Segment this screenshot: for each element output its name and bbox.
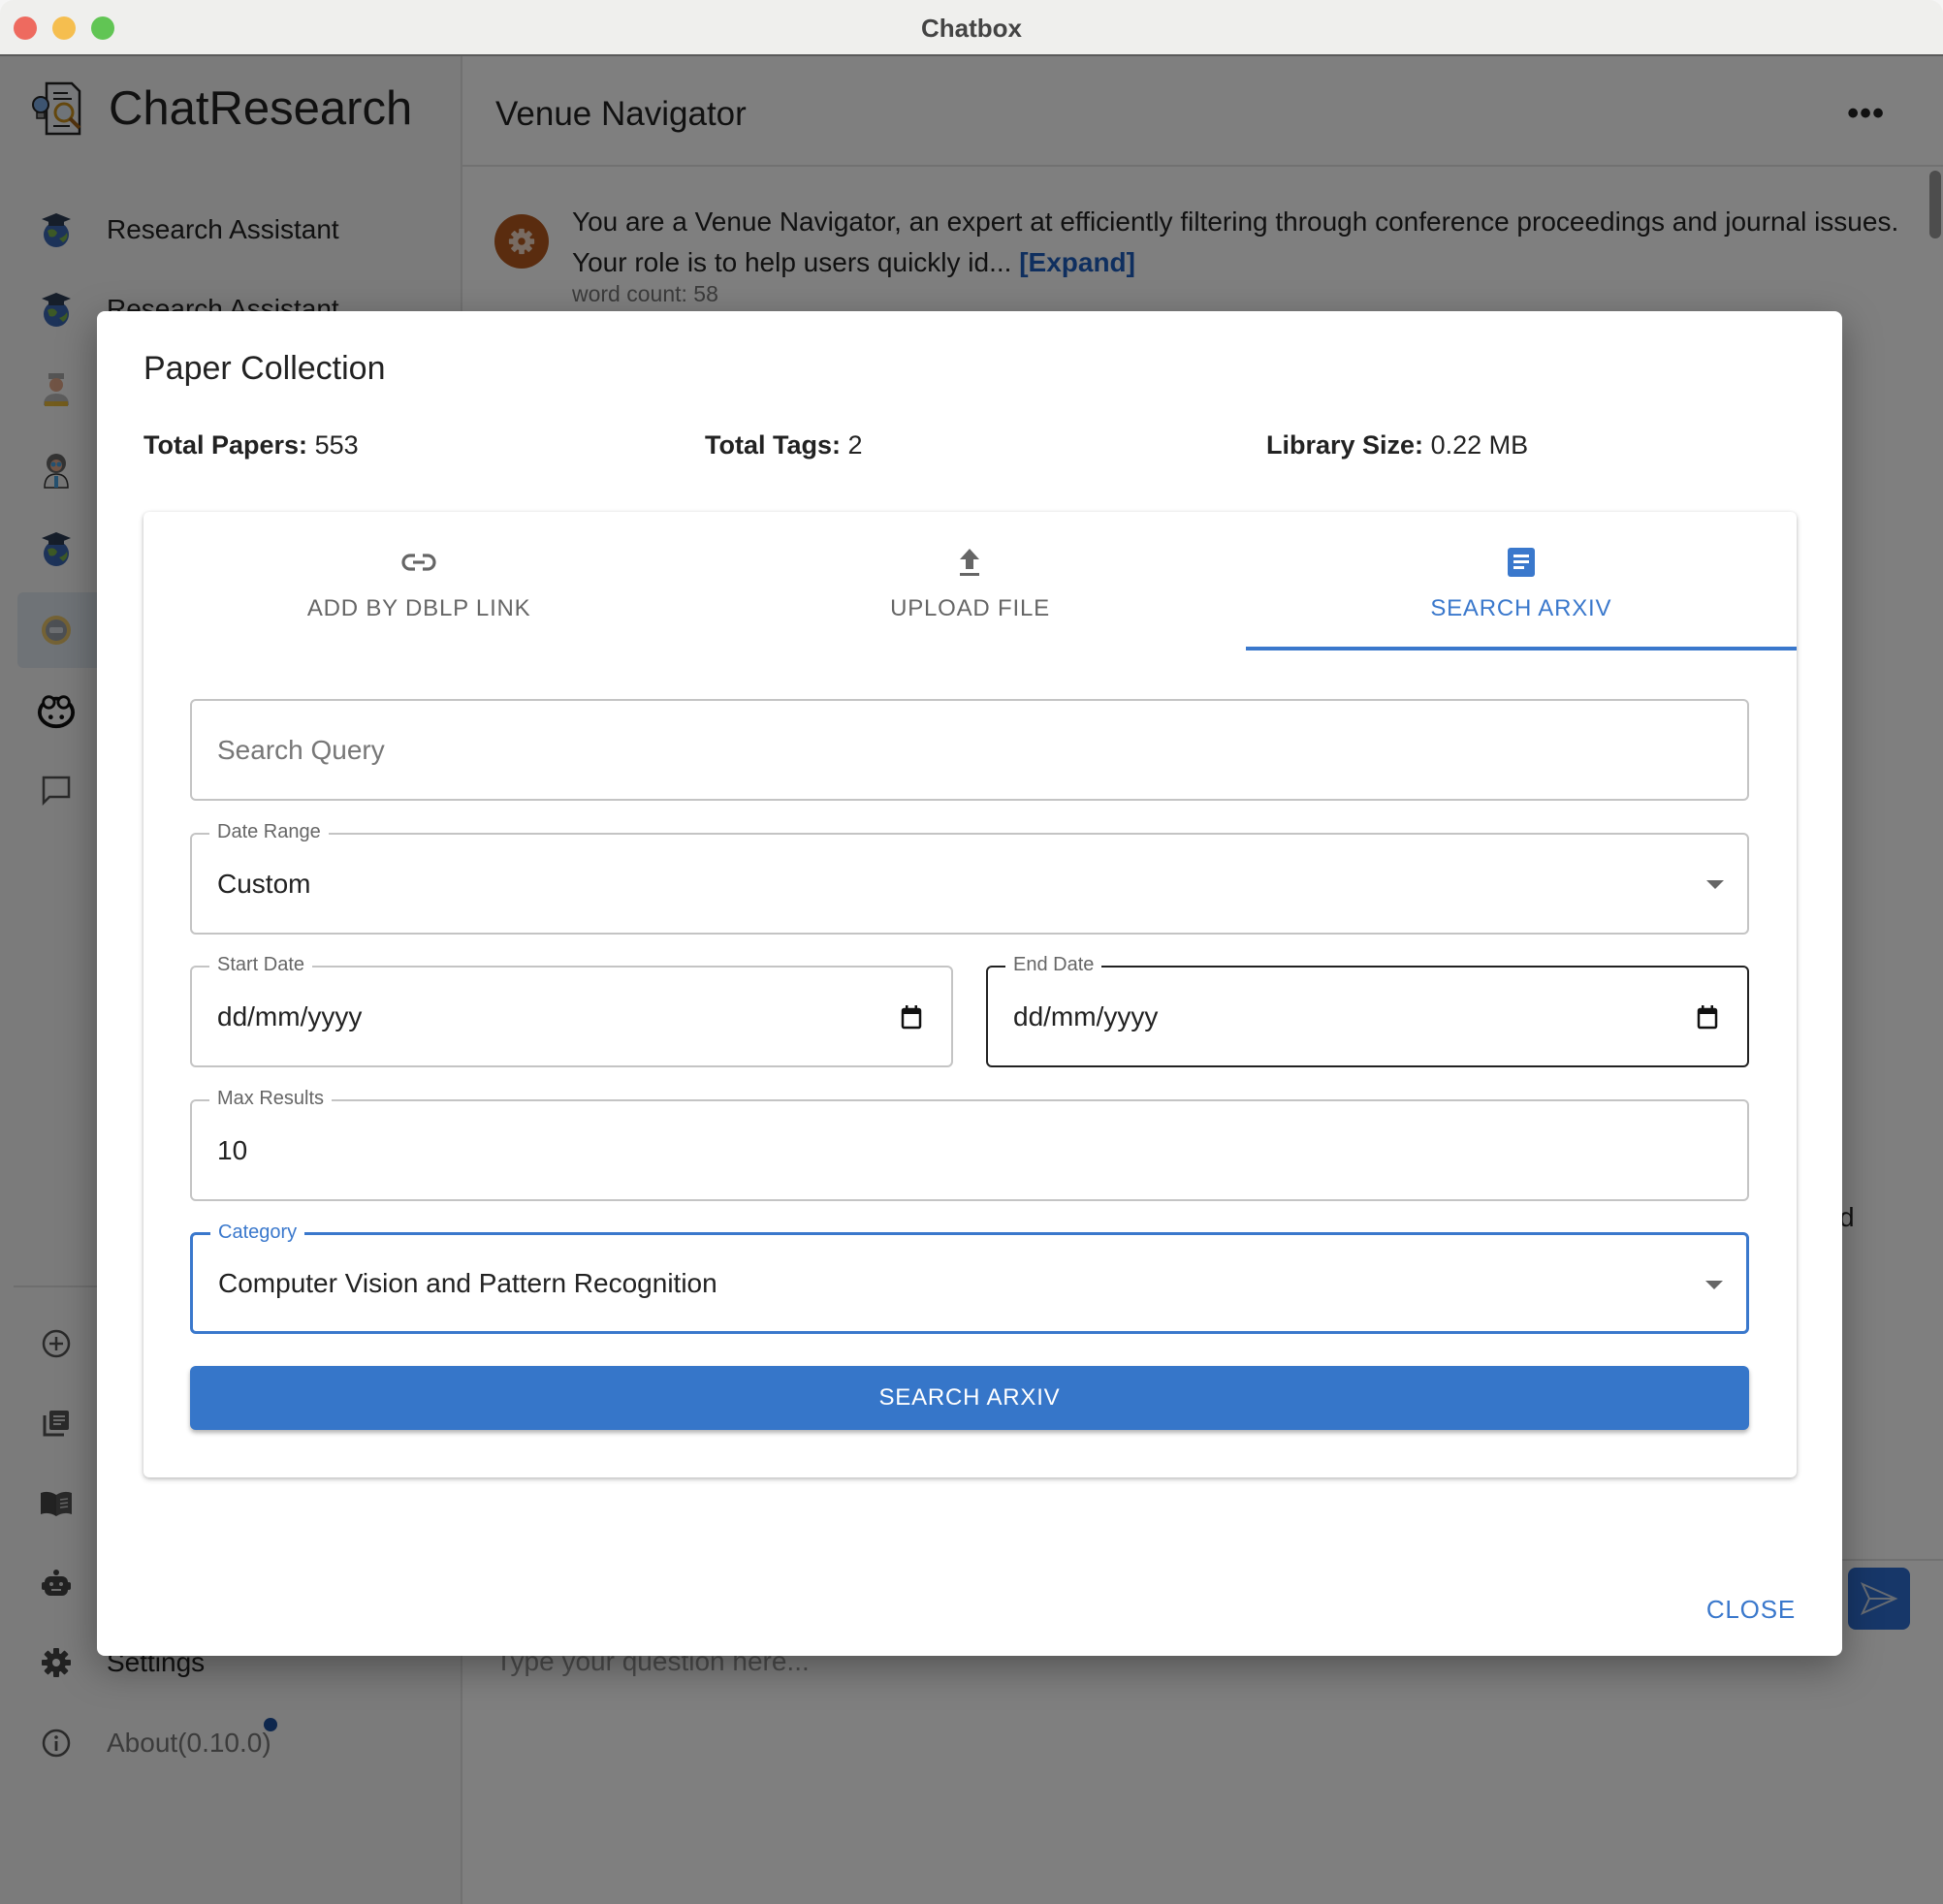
tab-label: ADD BY DBLP LINK: [306, 595, 531, 621]
calendar-icon[interactable]: [1697, 1004, 1718, 1030]
stat-value: 2: [847, 430, 863, 460]
max-results-input[interactable]: Max Results 10: [190, 1088, 1749, 1201]
active-tab-indicator: [1245, 647, 1797, 651]
link-icon: [401, 554, 436, 571]
chevron-down-icon: [1706, 880, 1724, 889]
close-button[interactable]: CLOSE: [1697, 1589, 1805, 1631]
date-range-value: Custom: [217, 868, 311, 899]
stat-label: Library Size:: [1266, 430, 1424, 460]
import-card: ADD BY DBLP LINK UPLOAD FILE SEARCH ARXI…: [143, 512, 1797, 1477]
window-titlebar: Chatbox: [0, 0, 1943, 56]
end-date-value: dd/mm/yyyy: [1013, 1000, 1159, 1031]
category-value: Computer Vision and Pattern Recognition: [218, 1267, 717, 1298]
window-title: Chatbox: [921, 14, 1022, 43]
dialog-title: Paper Collection: [143, 350, 386, 387]
import-tabs: ADD BY DBLP LINK UPLOAD FILE SEARCH ARXI…: [143, 512, 1797, 651]
start-date-input[interactable]: Start Date dd/mm/yyyy: [190, 954, 953, 1067]
tab-add-by-dblp-link[interactable]: ADD BY DBLP LINK: [143, 512, 694, 651]
date-range-select[interactable]: Date Range Custom: [190, 821, 1749, 935]
tab-label: SEARCH ARXIV: [1430, 595, 1612, 621]
stat-library-size: Library Size: 0.22 MB: [1266, 430, 1528, 460]
chevron-down-icon: [1705, 1281, 1723, 1289]
stat-total-papers: Total Papers: 553: [143, 430, 359, 460]
stat-total-tags: Total Tags: 2: [705, 430, 863, 460]
paper-collection-dialog: Paper Collection Total Papers: 553 Total…: [97, 311, 1842, 1656]
category-select[interactable]: Category Computer Vision and Pattern Rec…: [190, 1222, 1749, 1334]
article-icon: [1507, 548, 1535, 577]
search-arxiv-button[interactable]: SEARCH ARXIV: [190, 1366, 1749, 1430]
start-date-value: dd/mm/yyyy: [217, 1000, 363, 1031]
upload-icon: [960, 549, 980, 576]
stat-label: Total Tags:: [705, 430, 841, 460]
max-results-value: 10: [217, 1134, 248, 1165]
stat-label: Total Papers:: [143, 430, 308, 460]
end-date-input[interactable]: End Date dd/mm/yyyy: [986, 954, 1749, 1067]
search-query-placeholder: Search Query: [217, 734, 385, 765]
stat-value: 553: [314, 430, 359, 460]
search-query-input[interactable]: Search Query: [190, 699, 1749, 801]
tab-search-arxiv[interactable]: SEARCH ARXIV: [1245, 512, 1797, 651]
tab-label: UPLOAD FILE: [890, 595, 1050, 621]
tab-upload-file[interactable]: UPLOAD FILE: [694, 512, 1245, 651]
calendar-icon[interactable]: [901, 1004, 922, 1030]
stat-value: 0.22 MB: [1430, 430, 1529, 460]
